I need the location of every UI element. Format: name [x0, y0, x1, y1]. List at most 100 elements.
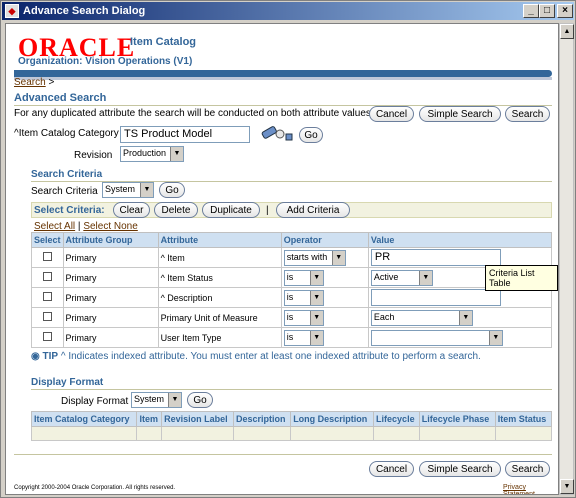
chevron-down-icon: ▼ [309, 310, 323, 325]
column-header: Lifecycle Phase [418, 411, 496, 427]
page-title: Advanced Search [14, 92, 107, 104]
add-criteria-button[interactable]: Add Criteria [276, 202, 350, 218]
attribute-cell: User Item Type [157, 327, 282, 348]
operator-select[interactable]: is ▼ [283, 289, 324, 306]
operator-select[interactable]: is ▼ [283, 269, 324, 286]
attribute-cell: ^ Description [157, 287, 282, 308]
column-header: Value [367, 232, 553, 248]
chevron-down-icon: ▼ [309, 270, 323, 285]
table-row: Primary User Item Type is ▼ ▼ [31, 327, 553, 348]
chevron-down-icon: ▼ [140, 183, 153, 197]
chevron-down-icon: ▼ [309, 290, 323, 305]
column-header: Long Description [290, 411, 375, 427]
search-criteria-label: Search Criteria [31, 186, 98, 197]
duplicate-button[interactable]: Duplicate [202, 202, 260, 218]
privacy-link[interactable]: Privacy Statement [503, 484, 558, 494]
scroll-down-icon[interactable]: ▼ [560, 479, 574, 494]
attribute-group-cell: Primary [62, 307, 159, 328]
column-header: Lifecycle [373, 411, 420, 427]
info-icon: ◉ [31, 351, 40, 362]
row-select-checkbox[interactable] [42, 332, 52, 341]
footer-simple-search-button[interactable]: Simple Search [419, 461, 501, 477]
scroll-up-icon[interactable]: ▲ [560, 24, 574, 39]
tooltip: Criteria List Table [485, 265, 558, 291]
app-icon: ◆ [5, 4, 19, 18]
criteria-table: Select Attribute Group Attribute Operator Va… [31, 232, 553, 348]
criteria-go-button[interactable]: Go [159, 182, 185, 198]
catalog-go-button[interactable]: Go [299, 127, 323, 143]
row-select-checkbox[interactable] [42, 292, 52, 301]
chevron-down-icon: ▼ [418, 270, 432, 285]
value-input[interactable]: PR [370, 249, 501, 266]
operator-select[interactable]: is ▼ [283, 329, 324, 346]
value-input[interactable] [370, 289, 501, 306]
empty-cell [30, 426, 138, 441]
value-select[interactable]: Each ▼ [370, 309, 473, 326]
value-select[interactable]: Active ▼ [370, 269, 433, 286]
operator-select[interactable]: starts with ▼ [283, 249, 346, 266]
table-row: Primary ^ Item starts with ▼ PR [31, 247, 553, 268]
cancel-button[interactable]: Cancel [369, 106, 414, 122]
vertical-scrollbar[interactable]: ▲ ▼ [559, 23, 574, 495]
divider [14, 454, 552, 455]
column-header: Item [136, 411, 163, 427]
title-bar: ◆ Advance Search Dialog _ □ × [2, 2, 574, 20]
select-all-link[interactable]: Select All [34, 221, 75, 232]
header-bar-shadow [14, 77, 552, 80]
table-row: Primary Primary Unit of Measure is ▼ Each ▼ [31, 307, 553, 328]
minimize-button[interactable]: _ [523, 4, 539, 18]
empty-cell [418, 426, 496, 441]
empty-cell [232, 426, 292, 441]
close-button[interactable]: × [557, 4, 573, 18]
simple-search-button[interactable]: Simple Search [419, 106, 501, 122]
clear-button[interactable]: Clear [113, 202, 150, 218]
column-header: Item Catalog Category [30, 411, 138, 427]
attribute-cell: ^ Item [157, 247, 282, 268]
chevron-down-icon: ▼ [168, 393, 181, 407]
empty-cell [290, 426, 375, 441]
row-select-checkbox[interactable] [42, 272, 52, 281]
value-select[interactable]: ▼ [370, 329, 503, 346]
revision-label: Revision [74, 150, 113, 161]
search-criteria-heading: Search Criteria [31, 169, 103, 180]
table-row: Primary ^ Item Status is ▼ Active ▼ [31, 267, 553, 288]
attribute-group-cell: Primary [62, 247, 159, 268]
select-none-link[interactable]: Select None [83, 221, 137, 232]
flashlight-search-icon[interactable] [258, 122, 296, 144]
chevron-down-icon: ▼ [488, 330, 502, 345]
breadcrumb-search-link[interactable]: Search [14, 77, 46, 88]
chevron-down-icon: ▼ [331, 250, 345, 265]
empty-cell [494, 426, 553, 441]
attribute-cell: ^ Item Status [157, 267, 282, 288]
display-format-select[interactable]: System ▼ [131, 392, 182, 408]
column-header: Revision Label [161, 411, 234, 427]
footer-cancel-button[interactable]: Cancel [369, 461, 414, 477]
delete-button[interactable]: Delete [154, 202, 198, 218]
attribute-group-cell: Primary [62, 267, 159, 288]
row-select-checkbox[interactable] [42, 312, 52, 321]
search-criteria-select[interactable]: System ▼ [102, 182, 154, 198]
search-button[interactable]: Search [505, 106, 550, 122]
revision-select[interactable]: Production ▼ [120, 146, 184, 162]
chevron-down-icon: ▼ [458, 310, 472, 325]
display-go-button[interactable]: Go [187, 392, 213, 408]
breadcrumb: Search > [14, 77, 55, 88]
maximize-button[interactable]: □ [539, 4, 555, 18]
catalog-label: ^Item Catalog Category [14, 128, 119, 139]
column-header: Select [31, 232, 64, 248]
table-row: Primary ^ Description is ▼ [31, 287, 553, 308]
display-format-label: Display Format [61, 396, 129, 407]
chevron-down-icon: ▼ [309, 330, 323, 345]
display-format-heading: Display Format [31, 377, 104, 388]
operator-select[interactable]: is ▼ [283, 309, 324, 326]
window-title: Advance Search Dialog [23, 5, 146, 17]
row-select-checkbox[interactable] [42, 252, 52, 261]
catalog-input[interactable]: TS Product Model [120, 126, 250, 143]
instruction-text: For any duplicated attribute the search … [14, 108, 374, 119]
attribute-cell: Primary Unit of Measure [157, 307, 282, 328]
select-links: Select All | Select None [34, 221, 138, 232]
footer-search-button[interactable]: Search [505, 461, 550, 477]
column-header: Attribute Group [62, 232, 159, 248]
empty-cell [161, 426, 234, 441]
tip-row: ◉ TIP ^ Indicates indexed attribute. You… [31, 351, 481, 362]
